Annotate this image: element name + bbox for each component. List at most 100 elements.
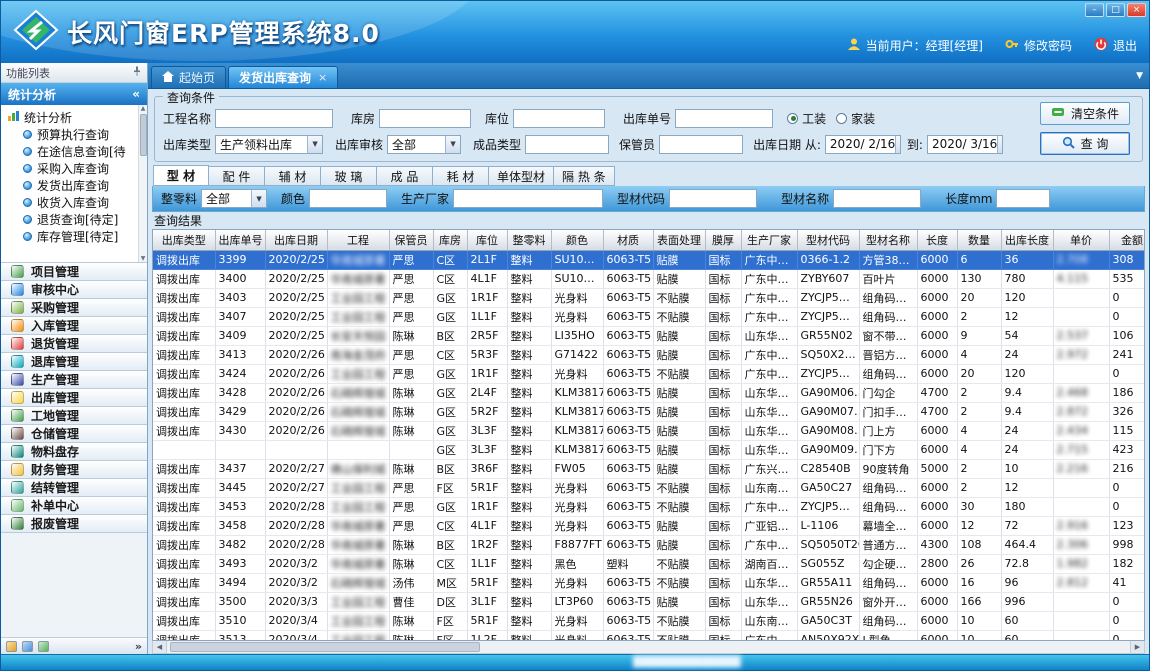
table-row[interactable]: 调拨出库35102020/3/4工业园工程陈琳F区5R1F整料光身料6063-T… xyxy=(153,611,1145,630)
tab-shipping-outbound-query[interactable]: 发货出库查询 × xyxy=(228,66,338,88)
table-row[interactable]: 调拨出库34002020/2/25华南城原著严思C区4L1F整料SU10…606… xyxy=(153,269,1145,288)
sidebar-menu-item[interactable]: 采购管理 xyxy=(1,299,147,317)
module-icon[interactable] xyxy=(38,641,49,652)
material-tab[interactable]: 型 材 xyxy=(153,165,209,186)
sidebar-menu-item[interactable]: 退货管理 xyxy=(1,335,147,353)
table-row[interactable]: 调拨出库34942020/3/2石碣辉煌城汤伟M区5R1F整料光身料6063-T… xyxy=(153,573,1145,592)
project-name-input[interactable] xyxy=(215,109,333,128)
tree-item[interactable]: 收货入库查询 xyxy=(1,194,147,211)
column-header[interactable]: 数量 xyxy=(957,230,1001,250)
column-header[interactable]: 工程 xyxy=(327,230,389,250)
column-header[interactable]: 材质 xyxy=(603,230,653,250)
table-row[interactable]: 调拨出库34302020/2/26石碣辉煌城陈琳G区3L3F整料KLM38176… xyxy=(153,421,1145,440)
sidebar-menu-item[interactable]: 退库管理 xyxy=(1,353,147,371)
sidebar-menu-item[interactable]: 出库管理 xyxy=(1,389,147,407)
pin-icon[interactable] xyxy=(132,66,142,79)
column-header[interactable]: 库位 xyxy=(467,230,507,250)
tree-item[interactable]: 发货出库查询 xyxy=(1,177,147,194)
warehouse-input[interactable] xyxy=(379,109,471,128)
sidebar-menu-item[interactable]: 工地管理 xyxy=(1,407,147,425)
table-row[interactable]: 调拨出库34032020/2/25工业园工程严思G区1R1F整料光身料6063-… xyxy=(153,288,1145,307)
sidebar-menu-item[interactable]: 审核中心 xyxy=(1,281,147,299)
collapse-icon[interactable]: « xyxy=(132,87,140,101)
table-row[interactable]: 调拨出库34932020/3/2华南城原著陈琳C区1L1F整料黑色塑料不贴膜国标… xyxy=(153,554,1145,573)
column-header[interactable]: 出库单号 xyxy=(215,230,265,250)
order-no-input[interactable] xyxy=(675,109,773,128)
material-tab[interactable]: 单体型材 xyxy=(489,166,554,186)
color-input[interactable] xyxy=(309,189,387,208)
tree-item[interactable]: 预算执行查询 xyxy=(1,126,147,143)
close-button[interactable]: × xyxy=(1127,3,1146,17)
table-row[interactable]: 调拨出库34242020/2/26工业园工程严思G区1R1F整料光身料6063-… xyxy=(153,364,1145,383)
search-button[interactable]: 查 询 xyxy=(1040,132,1130,155)
material-tab[interactable]: 隔 热 条 xyxy=(554,166,615,186)
scroll-thumb[interactable] xyxy=(140,114,147,156)
tree-item[interactable]: 采购入库查询 xyxy=(1,160,147,177)
radio-jiazhuang[interactable]: 家装 xyxy=(836,110,875,127)
scroll-up-icon[interactable]: ▲ xyxy=(141,105,146,112)
tree-root[interactable]: 统计分析 xyxy=(1,108,147,126)
column-header[interactable]: 保管员 xyxy=(389,230,433,250)
column-header[interactable]: 出库日期 xyxy=(265,230,327,250)
material-tab[interactable]: 玻 璃 xyxy=(321,166,377,186)
sidebar-menu-item[interactable]: 物料盘存 xyxy=(1,443,147,461)
minimize-button[interactable]: – xyxy=(1085,3,1104,17)
tab-close-icon[interactable]: × xyxy=(318,71,327,84)
sidebar-menu-item[interactable]: 仓储管理 xyxy=(1,425,147,443)
profile-code-input[interactable] xyxy=(669,189,757,208)
column-header[interactable]: 颜色 xyxy=(551,230,603,250)
maximize-button[interactable]: □ xyxy=(1106,3,1125,17)
audit-select[interactable]: 全部 ▼ xyxy=(387,135,461,154)
radio-gongzhuang[interactable]: 工装 xyxy=(787,110,826,127)
profile-name-input[interactable] xyxy=(833,189,921,208)
sidebar-menu-item[interactable]: 入库管理 xyxy=(1,317,147,335)
sidebar-menu-item[interactable]: 补单中心 xyxy=(1,497,147,515)
tree-item[interactable]: 库存管理[待定] xyxy=(1,228,147,245)
column-header[interactable]: 库房 xyxy=(433,230,467,250)
table-row[interactable]: G区3L3F整料KLM38176063-T5贴膜国标山东华…GA90M09…门下… xyxy=(153,440,1145,459)
column-header[interactable]: 出库类型 xyxy=(153,230,215,250)
tree-item[interactable]: 退货查询[待定] xyxy=(1,211,147,228)
scroll-down-icon[interactable]: ▼ xyxy=(141,255,146,262)
scroll-left-icon[interactable]: ◀ xyxy=(153,641,167,653)
keeper-input[interactable] xyxy=(659,135,743,154)
table-row[interactable]: 调拨出库34292020/2/26石碣辉煌城陈琳G区5R2F整料KLM38176… xyxy=(153,402,1145,421)
column-header[interactable]: 型材代码 xyxy=(797,230,859,250)
scroll-right-icon[interactable]: ▶ xyxy=(1130,641,1144,653)
tree-item[interactable]: 在途信息查询[待 xyxy=(1,143,147,160)
horizontal-scrollbar[interactable]: ◀ ▶ xyxy=(152,641,1145,654)
folder-icon[interactable] xyxy=(6,641,17,652)
date-from-picker[interactable]: 2020/ 2/16 ▼ xyxy=(825,135,901,154)
column-header[interactable]: 型材名称 xyxy=(859,230,917,250)
sidebar-menu-item[interactable]: 生产管理 xyxy=(1,371,147,389)
table-row[interactable]: 调拨出库34372020/2/27佛山保利城陈琳B区3R6F整料FW056063… xyxy=(153,459,1145,478)
date-to-picker[interactable]: 2020/ 3/16 ▼ xyxy=(927,135,1003,154)
column-header[interactable]: 膜厚 xyxy=(705,230,741,250)
sidebar-menu-item[interactable]: 报废管理 xyxy=(1,515,147,533)
table-row[interactable]: 调拨出库35002020/3/3工业园工程曹佳D区3L1F整料LT3P60606… xyxy=(153,592,1145,611)
table-row[interactable]: 调拨出库34822020/2/28华南城原著陈琳B区1R2F整料F8877FT6… xyxy=(153,535,1145,554)
material-tab[interactable]: 辅 材 xyxy=(265,166,321,186)
table-row[interactable]: 调拨出库34282020/2/26石碣辉煌城陈琳G区2L4F整料KLM38176… xyxy=(153,383,1145,402)
clear-conditions-button[interactable]: 清空条件 xyxy=(1040,102,1130,125)
logout-link[interactable]: 退出 xyxy=(1113,37,1137,54)
table-row[interactable]: 调拨出库34132020/2/26南海金茂府严思C区5R3F整料G7142260… xyxy=(153,345,1145,364)
column-header[interactable]: 出库长度 xyxy=(1001,230,1053,250)
column-header[interactable]: 生产厂家 xyxy=(741,230,797,250)
table-row[interactable]: 调拨出库35132020/3/4工业园工程陈琳F区1L2F整料光身料6063-T… xyxy=(153,630,1145,641)
scroll-thumb[interactable] xyxy=(170,642,480,652)
column-header[interactable]: 长度 xyxy=(917,230,957,250)
product-type-input[interactable] xyxy=(525,135,609,154)
maker-input[interactable] xyxy=(453,189,603,208)
out-type-select[interactable]: 生产领料出库 ▼ xyxy=(215,135,323,154)
table-row[interactable]: 调拨出库34452020/2/27工业园工程严思F区5R1F整料光身料6063-… xyxy=(153,478,1145,497)
location-input[interactable] xyxy=(513,109,605,128)
material-tab[interactable]: 成 品 xyxy=(377,166,433,186)
material-tab[interactable]: 配 件 xyxy=(209,166,265,186)
table-row[interactable]: 调拨出库33992020/2/25华南城原著严思C区2L1F整料SU10…606… xyxy=(153,250,1145,269)
tree-scrollbar[interactable]: ▲ ▼ xyxy=(138,105,147,262)
expand-icon[interactable]: » xyxy=(135,640,142,653)
monitor-icon[interactable] xyxy=(22,641,33,652)
table-row[interactable]: 调拨出库34072020/2/25工业园工程严思G区1L1F整料光身料6063-… xyxy=(153,307,1145,326)
column-header[interactable]: 整零料 xyxy=(507,230,551,250)
